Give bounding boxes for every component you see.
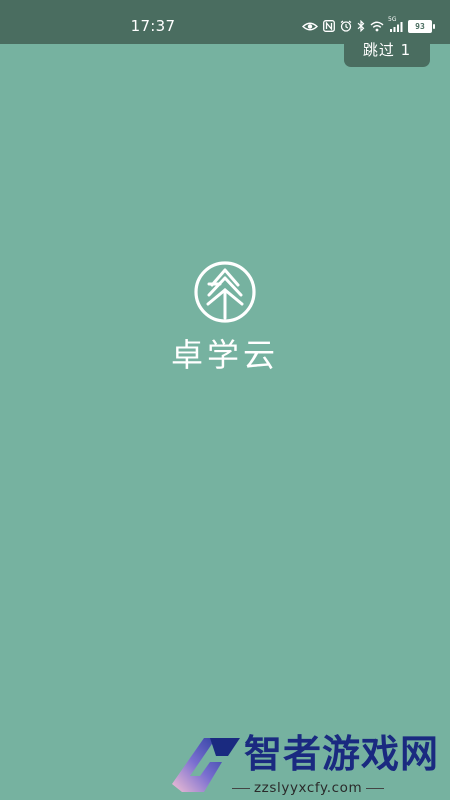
status-icons: 5G 93 xyxy=(302,16,435,33)
watermark-url: zzslyyxcfy.com xyxy=(231,780,385,796)
network-label: 5G xyxy=(388,15,397,23)
app-name: 卓学云 xyxy=(170,336,279,374)
watermark: 智者游戏网 zzslyyxcfy.com xyxy=(170,732,450,800)
signal-icon: 5G xyxy=(388,16,403,32)
watermark-title: 智者游戏网 xyxy=(244,732,440,776)
skip-button[interactable]: 跳过 1 xyxy=(344,34,430,67)
battery-icon: 93 xyxy=(408,19,435,33)
nfc-icon xyxy=(323,20,335,32)
app-logo: 卓学云 xyxy=(0,260,450,376)
tree-logo-icon xyxy=(194,261,256,323)
wifi-icon xyxy=(370,21,384,32)
eye-icon xyxy=(302,21,318,32)
status-time: 17:37 xyxy=(130,17,176,35)
watermark-logo-icon xyxy=(172,738,240,792)
alarm-icon xyxy=(340,20,352,32)
bluetooth-icon xyxy=(357,20,365,32)
